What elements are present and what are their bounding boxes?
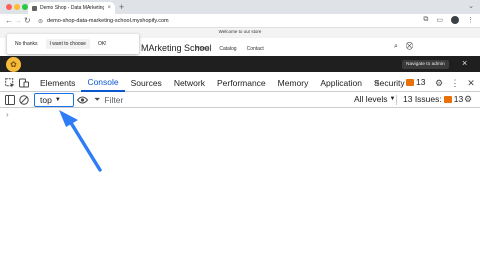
issues-badge-count: 13 xyxy=(416,77,426,87)
sidepanel-icon[interactable]: ▭ xyxy=(436,16,443,24)
tab-network[interactable]: Network xyxy=(168,74,211,92)
browser-tab[interactable]: Demo Shop - Data MArketing × xyxy=(28,2,115,14)
console-prompt-icon[interactable]: › xyxy=(6,110,9,119)
close-window-button[interactable] xyxy=(6,4,12,10)
url-text: demo-shop-data-marketing-school.myshopif… xyxy=(47,18,169,24)
tab-sources[interactable]: Sources xyxy=(125,74,168,92)
tab-elements[interactable]: Elements xyxy=(34,74,81,92)
filter-icon: ⏷ xyxy=(94,95,101,104)
filter-placeholder: Filter xyxy=(104,95,124,105)
tab-application[interactable]: Application xyxy=(314,74,368,92)
settings-gear-icon[interactable]: ⚙ xyxy=(433,77,445,89)
console-toolbar: top ▼ ⏷ Filter All levels ▼ 13 Issues: 1… xyxy=(0,92,480,108)
cookie-consent-popup: No thanks I want to choose OK! xyxy=(7,34,139,54)
kebab-menu-icon[interactable]: ⋮ xyxy=(449,77,461,89)
context-value: top xyxy=(40,95,52,105)
favicon-icon xyxy=(32,5,37,11)
live-expression-eye-icon[interactable] xyxy=(76,94,88,106)
address-bar: ← → ↻ ⊜ demo-shop-data-marketing-school.… xyxy=(0,14,480,28)
close-devtools-icon[interactable]: ✕ xyxy=(465,77,477,89)
devtools-tabs: Elements Console Sources Network Perform… xyxy=(34,74,411,92)
clear-console-icon[interactable] xyxy=(18,94,30,106)
warning-flag-icon xyxy=(406,78,414,86)
store-nav-contact[interactable]: Contact xyxy=(247,46,264,52)
chevron-down-icon: ▼ xyxy=(54,97,61,103)
browser-tab-strip: Demo Shop - Data MArketing × + ⌄ xyxy=(0,0,480,14)
cart-icon[interactable]: ⛒ xyxy=(406,43,413,51)
log-levels-label: All levels xyxy=(354,94,388,104)
close-icon[interactable]: × xyxy=(462,58,467,68)
console-scrollbar[interactable] xyxy=(473,108,480,280)
issues-badge[interactable]: 13 xyxy=(406,77,425,87)
tab-console[interactable]: Console xyxy=(81,74,125,92)
javascript-context-select[interactable]: top ▼ xyxy=(34,93,74,107)
url-field[interactable]: ⊜ demo-shop-data-marketing-school.myshop… xyxy=(36,16,430,26)
toolbar-divider xyxy=(396,95,397,105)
console-settings-gear-icon[interactable]: ⚙ xyxy=(464,94,472,105)
back-icon[interactable]: ← xyxy=(5,16,13,25)
inspect-element-icon[interactable] xyxy=(4,77,16,89)
warning-flag-icon xyxy=(443,95,452,103)
issues-count: 13 xyxy=(453,94,464,104)
tab-memory[interactable]: Memory xyxy=(272,74,315,92)
issues-counter[interactable]: 13 Issues: 13 xyxy=(403,94,463,104)
no-thanks-button[interactable]: No thanks xyxy=(11,39,42,49)
shop-logo-icon: ✿ xyxy=(6,57,21,72)
show-sidebar-icon[interactable] xyxy=(4,94,16,106)
devtools-panel: Elements Console Sources Network Perform… xyxy=(0,74,480,280)
chevron-down-icon: ▼ xyxy=(389,96,396,102)
issues-label: 13 Issues: xyxy=(403,94,442,104)
store-nav-catalog[interactable]: Catalog xyxy=(219,46,236,52)
search-icon[interactable]: ⌕ xyxy=(394,43,398,51)
store-nav-home[interactable]: Home xyxy=(196,46,209,52)
forward-icon[interactable]: → xyxy=(14,16,22,25)
want-to-choose-button[interactable]: I want to choose xyxy=(45,39,90,49)
new-tab-button[interactable]: + xyxy=(119,2,124,12)
store-nav: Home Catalog Contact xyxy=(196,46,264,52)
ok-button[interactable]: OK! xyxy=(94,39,111,49)
site-info-icon[interactable]: ⊜ xyxy=(38,18,43,25)
log-levels-dropdown[interactable]: All levels ▼ xyxy=(354,94,396,104)
navigate-to-admin-button[interactable]: Navigate to admin xyxy=(402,60,449,69)
more-tabs-icon[interactable]: » xyxy=(374,77,379,87)
avatar[interactable] xyxy=(451,16,459,24)
tab-search-icon[interactable]: ⌄ xyxy=(468,2,474,10)
tab-title: Demo Shop - Data MArketing xyxy=(40,5,105,11)
device-toolbar-icon[interactable] xyxy=(18,77,30,89)
close-tab-icon[interactable]: × xyxy=(107,5,111,11)
reload-icon[interactable]: ↻ xyxy=(24,16,31,25)
devtools-main-toolbar: Elements Console Sources Network Perform… xyxy=(0,74,480,92)
tab-performance[interactable]: Performance xyxy=(211,74,272,92)
menu-icon[interactable]: ⋮ xyxy=(467,16,474,24)
console-filter-input[interactable]: ⏷ Filter xyxy=(94,94,346,106)
minimize-window-button[interactable] xyxy=(14,4,20,10)
extensions-icon[interactable]: ⧉ xyxy=(423,16,428,24)
